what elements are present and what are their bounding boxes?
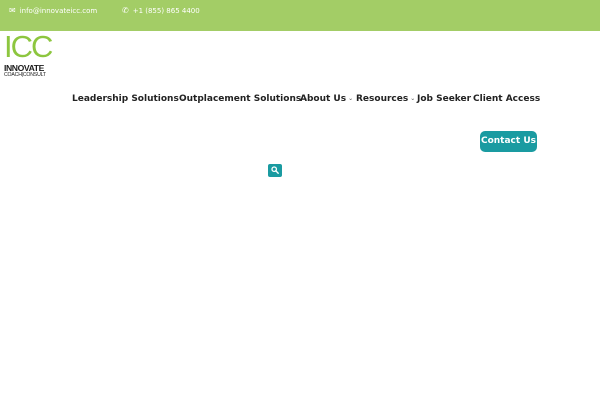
topbar-email-text: info@innovateicc.com bbox=[19, 7, 98, 15]
nav-item-label: About Us bbox=[300, 94, 347, 104]
nav-item-client-access[interactable]: Client Access bbox=[473, 93, 540, 105]
top-contact-bar: ✉ info@innovateicc.com ✆ +1 (855) 865 4400 bbox=[0, 0, 600, 31]
topbar-phone[interactable]: ✆ +1 (855) 865 4400 bbox=[122, 0, 200, 22]
logo-mark: ICC bbox=[4, 29, 53, 64]
search-button[interactable] bbox=[268, 164, 282, 177]
search-icon bbox=[271, 166, 279, 174]
envelope-icon: ✉ bbox=[9, 6, 16, 15]
nav-item-job-seeker[interactable]: Job Seeker bbox=[417, 93, 471, 105]
nav-item-label: Client Access bbox=[473, 94, 541, 104]
nav-item-label: Resources bbox=[356, 94, 409, 104]
nav-item-resources[interactable]: Resources ⌄ bbox=[356, 93, 415, 105]
topbar-email[interactable]: ✉ info@innovateicc.com bbox=[9, 0, 97, 22]
nav-item-outplacement-solutions[interactable]: Outplacement Solutions ⌄ bbox=[179, 93, 308, 105]
nav-item-label: Outplacement Solutions bbox=[179, 94, 302, 104]
contact-us-button[interactable]: Contact Us bbox=[480, 131, 537, 152]
chevron-down-icon: ⌄ bbox=[348, 95, 354, 102]
logo-line2: COACH|CONSULT bbox=[4, 72, 46, 78]
topbar-phone-text: +1 (855) 865 4400 bbox=[132, 7, 200, 15]
chevron-down-icon: ⌄ bbox=[410, 95, 416, 102]
site-logo[interactable]: ICC INNOVATE COACH|CONSULT bbox=[4, 31, 53, 82]
nav-item-leadership-solutions[interactable]: Leadership Solutions ⌄ bbox=[72, 93, 186, 105]
nav-item-about-us[interactable]: About Us ⌄ bbox=[300, 93, 353, 105]
nav-item-label: Job Seeker bbox=[417, 94, 472, 104]
nav-item-label: Leadership Solutions bbox=[72, 94, 179, 104]
phone-icon: ✆ bbox=[122, 6, 129, 15]
